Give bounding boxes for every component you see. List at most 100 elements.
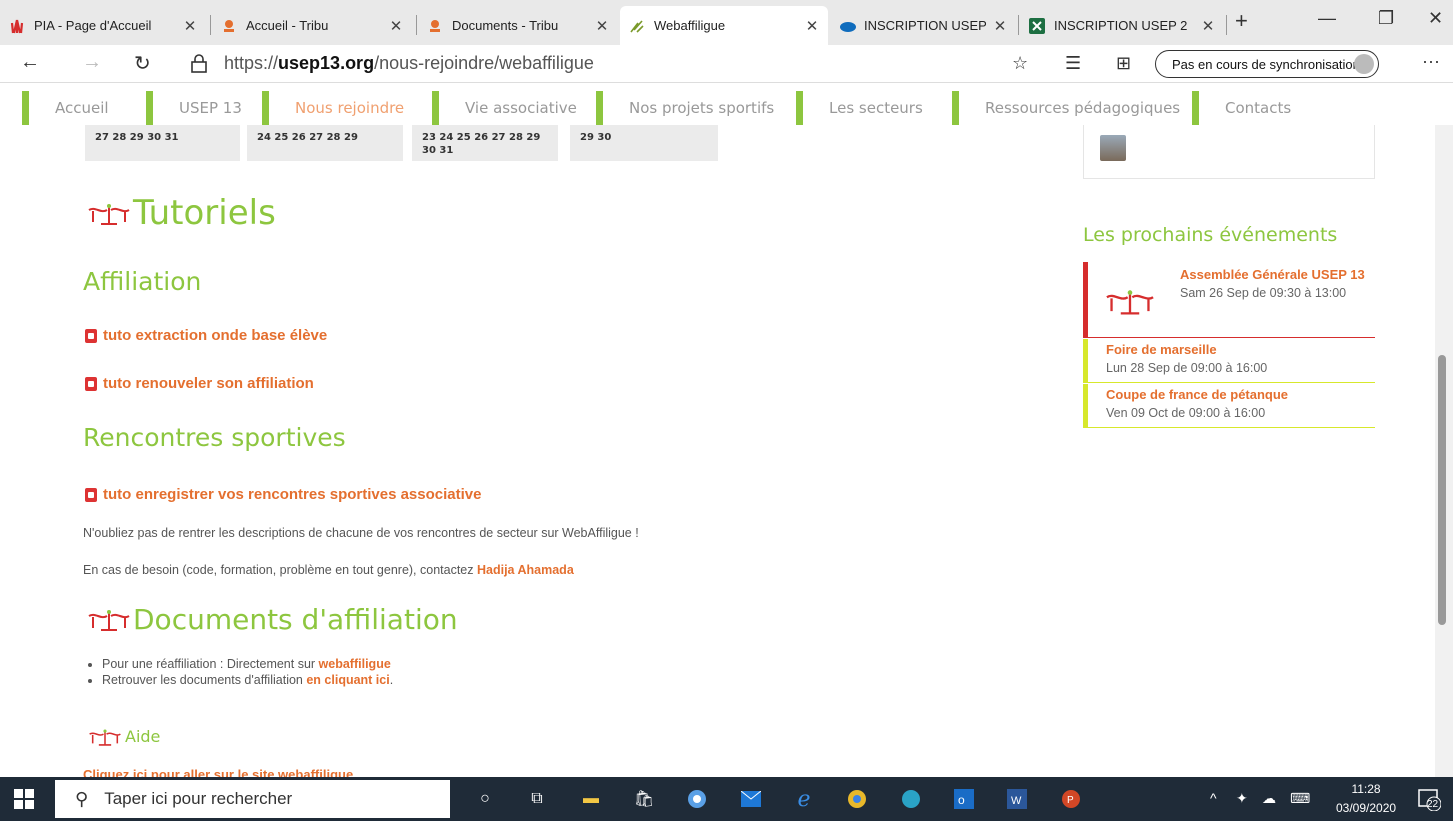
event-date: Lun 28 Sep de 09:00 à 16:00: [1106, 361, 1268, 375]
tab-accueil-tribu[interactable]: Accueil - Tribu ✕: [212, 6, 412, 45]
tuto-extraction-link[interactable]: tuto extraction onde base élève: [85, 327, 327, 344]
shell-logo-icon: [8, 17, 26, 35]
favorite-star-icon[interactable]: ☆: [1012, 53, 1028, 74]
contact-link[interactable]: Hadija Ahamada: [477, 563, 574, 577]
aide-webaffiligue-link[interactable]: Cliquez ici pour aller sur le site webaf…: [83, 767, 353, 777]
nav-item-secteurs[interactable]: Les secteurs: [796, 91, 923, 125]
profile-sync-button[interactable]: Pas en cours de synchronisation: [1155, 50, 1379, 78]
collections-icon[interactable]: ⊞: [1116, 53, 1131, 74]
pdf-icon: [85, 328, 97, 343]
dropbox-icon[interactable]: ✦: [1236, 790, 1248, 807]
more-options-icon[interactable]: ···: [1422, 51, 1440, 72]
tuto-rencontres-link[interactable]: tuto enregistrer vos rencontres sportive…: [85, 486, 481, 503]
avatar[interactable]: [1100, 135, 1126, 161]
tab-documents-tribu[interactable]: Documents - Tribu ✕: [418, 6, 618, 45]
notification-center-icon[interactable]: 22: [1417, 787, 1442, 812]
onedrive-icon[interactable]: ☁: [1262, 790, 1276, 807]
tab-separator: [210, 15, 211, 35]
events-title: Les prochains événements: [1083, 224, 1338, 246]
address-bar: ← → ↻ https://usep13.org/nous-rejoindre/…: [0, 45, 1453, 83]
webaffiligue-link[interactable]: webaffiligue: [319, 657, 391, 671]
event-title[interactable]: Coupe de france de pétanque: [1106, 386, 1288, 404]
event-item[interactable]: Assemblée Générale USEP 13 Sam 26 Sep de…: [1083, 262, 1375, 338]
nav-item-usep13[interactable]: USEP 13: [146, 91, 242, 125]
refresh-icon[interactable]: ↻: [134, 51, 151, 76]
calendar-cell: 23 24 25 26 27 28 29 30 31: [412, 125, 558, 161]
close-icon[interactable]: ✕: [1200, 17, 1216, 35]
nav-item-nous-rejoindre[interactable]: Nous rejoindre: [262, 91, 404, 125]
lock-icon: [191, 54, 207, 73]
url-field[interactable]: https://usep13.org/nous-rejoindre/webaff…: [224, 53, 594, 74]
aide-heading: Aide: [85, 727, 160, 748]
forward-arrow-icon[interactable]: →: [82, 51, 102, 74]
event-text: Foire de marseille Lun 28 Sep de 09:00 à…: [1106, 341, 1267, 377]
mail-icon[interactable]: [740, 788, 762, 810]
close-icon[interactable]: ✕: [182, 17, 198, 35]
onedrive-icon: [838, 17, 856, 35]
tab-pia[interactable]: PIA - Page d'Accueil ✕: [0, 6, 206, 45]
usep-logo-icon: [1106, 290, 1154, 315]
back-arrow-icon[interactable]: ←: [20, 51, 40, 74]
event-item[interactable]: Foire de marseille Lun 28 Sep de 09:00 à…: [1083, 339, 1375, 383]
tab-webaffiligue[interactable]: Webaffiligue ✕: [620, 6, 828, 45]
scrollbar-thumb[interactable]: [1438, 355, 1446, 625]
taskbar-clock[interactable]: 11:28 03/09/2020: [1336, 780, 1396, 818]
event-title[interactable]: Assemblée Générale USEP 13: [1180, 266, 1380, 284]
close-icon[interactable]: ✕: [594, 17, 610, 35]
usep-logo-icon: [89, 729, 121, 746]
page-scrollbar[interactable]: [1435, 125, 1453, 777]
tab-separator: [1226, 15, 1227, 35]
usep-logo-icon: [88, 203, 130, 225]
list-item: Pour une réaffiliation : Directement sur…: [102, 657, 393, 671]
documents-link[interactable]: en cliquant ici: [306, 673, 389, 687]
tribu-icon: [426, 17, 444, 35]
file-explorer-icon[interactable]: ▬: [580, 788, 602, 810]
chromium-icon[interactable]: [686, 788, 708, 810]
event-item[interactable]: Coupe de france de pétanque Ven 09 Oct d…: [1083, 384, 1375, 428]
chrome-icon[interactable]: [846, 788, 868, 810]
event-text: Assemblée Générale USEP 13 Sam 26 Sep de…: [1180, 266, 1380, 302]
nav-item-projets-sportifs[interactable]: Nos projets sportifs: [596, 91, 774, 125]
new-tab-button[interactable]: +: [1235, 8, 1248, 34]
cortana-icon[interactable]: ○: [474, 788, 496, 810]
tab-inscription-excel[interactable]: INSCRIPTION USEP 2 ✕: [1020, 6, 1224, 45]
outlook-icon[interactable]: o: [953, 788, 975, 810]
close-icon[interactable]: ✕: [804, 17, 820, 35]
windows-taskbar: ⚲ Taper ici pour rechercher ○ ⧉ ▬ 🛍 ℯ o …: [0, 777, 1453, 821]
pdf-icon: [85, 376, 97, 391]
affiliation-heading: Affiliation: [83, 267, 202, 296]
tribu-icon: [220, 17, 238, 35]
nav-item-ressources[interactable]: Ressources pédagogiques: [952, 91, 1180, 125]
store-icon[interactable]: 🛍: [633, 788, 655, 810]
internet-explorer-icon[interactable]: ℯ: [793, 786, 815, 811]
close-icon[interactable]: ✕: [388, 17, 404, 35]
search-icon: ⚲: [75, 788, 89, 809]
edge-icon[interactable]: [900, 788, 922, 810]
nav-item-vie-associative[interactable]: Vie associative: [432, 91, 577, 125]
task-view-icon[interactable]: ⧉: [526, 788, 548, 810]
windows-start-icon[interactable]: [14, 789, 34, 809]
powerpoint-icon[interactable]: P: [1060, 788, 1082, 810]
event-title[interactable]: Foire de marseille: [1106, 341, 1267, 359]
webaffiligue-icon: [628, 17, 646, 35]
word-icon[interactable]: W: [1006, 788, 1028, 810]
nav-item-contacts[interactable]: Contacts: [1192, 91, 1291, 125]
close-icon[interactable]: ✕: [992, 17, 1008, 35]
restore-icon[interactable]: ❐: [1378, 8, 1394, 29]
list-item: Retrouver les documents d'affiliation en…: [102, 673, 393, 687]
close-window-icon[interactable]: ✕: [1428, 8, 1443, 29]
taskbar-search-input[interactable]: ⚲ Taper ici pour rechercher: [55, 780, 450, 818]
event-date: Ven 09 Oct de 09:00 à 16:00: [1106, 406, 1266, 420]
chevron-up-icon[interactable]: ^: [1210, 790, 1217, 806]
browser-tab-strip: PIA - Page d'Accueil ✕ Accueil - Tribu ✕…: [0, 0, 1453, 45]
site-navigation: Accueil USEP 13 Nous rejoindre Vie assoc…: [0, 85, 1453, 125]
keyboard-icon[interactable]: ⌨: [1290, 790, 1310, 807]
favorites-list-icon[interactable]: ☰: [1065, 53, 1081, 74]
tab-inscription-onedrive[interactable]: INSCRIPTION USEP - ✕: [830, 6, 1016, 45]
tuto-renouveler-link[interactable]: tuto renouveler son affiliation: [85, 375, 314, 392]
minimize-icon[interactable]: —: [1318, 8, 1336, 29]
svg-text:W: W: [1011, 795, 1022, 807]
author-box: [1083, 125, 1375, 179]
nav-item-accueil[interactable]: Accueil: [22, 91, 109, 125]
rencontres-heading: Rencontres sportives: [83, 423, 346, 452]
